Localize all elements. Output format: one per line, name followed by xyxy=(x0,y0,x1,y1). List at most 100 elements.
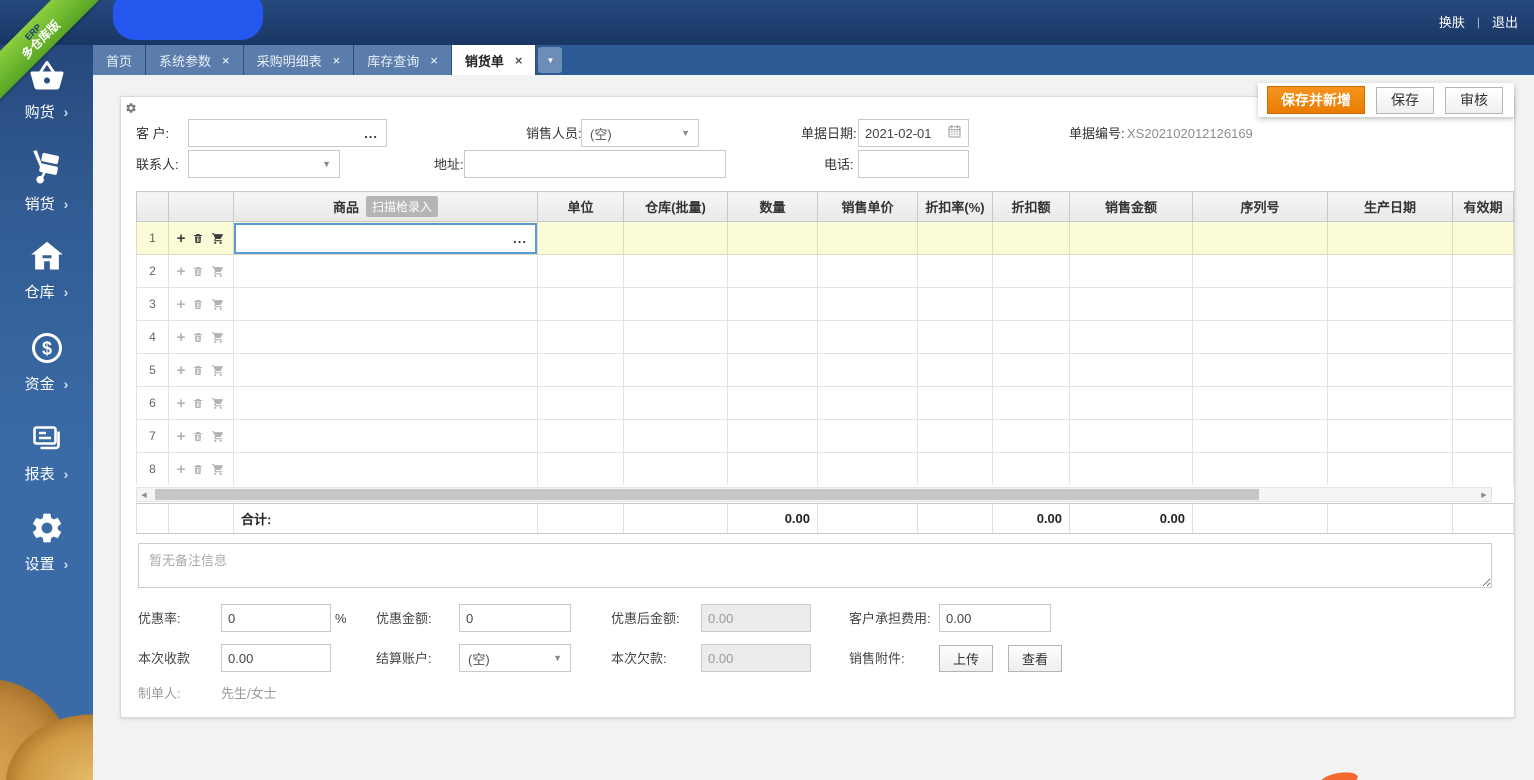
salesperson-select[interactable]: (空) ▼ xyxy=(581,119,699,147)
price-cell[interactable] xyxy=(818,354,918,387)
add-row-icon[interactable]: + xyxy=(177,297,186,312)
delete-row-icon[interactable] xyxy=(192,265,204,278)
expiry-cell[interactable] xyxy=(1453,321,1514,354)
price-cell[interactable] xyxy=(818,420,918,453)
cart-icon[interactable] xyxy=(211,265,225,278)
expiry-cell[interactable] xyxy=(1453,354,1514,387)
warehouse-cell[interactable] xyxy=(624,354,728,387)
cart-icon[interactable] xyxy=(211,232,225,245)
unit-cell[interactable] xyxy=(538,321,624,354)
qty-cell[interactable] xyxy=(728,387,818,420)
tab-sales-order[interactable]: 销货单× xyxy=(452,45,537,75)
warehouse-cell[interactable] xyxy=(624,222,728,255)
product-cell[interactable]: ... xyxy=(234,354,538,387)
delete-row-icon[interactable] xyxy=(192,430,204,443)
expiry-cell[interactable] xyxy=(1453,288,1514,321)
discount-amount-cell[interactable] xyxy=(993,420,1070,453)
received-input[interactable] xyxy=(222,645,330,671)
price-cell[interactable] xyxy=(818,321,918,354)
serial-cell[interactable] xyxy=(1193,222,1328,255)
production-date-cell[interactable] xyxy=(1328,255,1453,288)
cart-icon[interactable] xyxy=(211,463,225,476)
production-date-cell[interactable] xyxy=(1328,420,1453,453)
save-and-new-button[interactable]: 保存并新增 xyxy=(1267,86,1365,114)
product-cell[interactable]: ... xyxy=(234,288,538,321)
cart-icon[interactable] xyxy=(211,397,225,410)
warehouse-cell[interactable] xyxy=(624,255,728,288)
tab-list-dropdown[interactable]: ▼ xyxy=(538,47,562,73)
discount-rate-cell[interactable] xyxy=(918,255,993,288)
product-cell[interactable]: ... xyxy=(234,255,538,288)
product-cell[interactable]: ... xyxy=(234,453,538,486)
add-row-icon[interactable]: + xyxy=(177,462,186,477)
price-cell[interactable] xyxy=(818,255,918,288)
price-cell[interactable] xyxy=(818,453,918,486)
sidebar-item-warehouse[interactable]: 仓库› xyxy=(0,238,93,302)
qty-cell[interactable] xyxy=(728,255,818,288)
discount-rate-cell[interactable] xyxy=(918,420,993,453)
discount-amount-input[interactable] xyxy=(460,605,570,631)
discount-rate-cell[interactable] xyxy=(918,354,993,387)
serial-cell[interactable] xyxy=(1193,354,1328,387)
product-lookup-button[interactable]: ... xyxy=(505,231,535,246)
production-date-cell[interactable] xyxy=(1328,222,1453,255)
customer-input[interactable] xyxy=(189,120,356,146)
delete-row-icon[interactable] xyxy=(192,331,204,344)
discount-amount-cell[interactable] xyxy=(993,321,1070,354)
discount-amount-cell[interactable] xyxy=(993,222,1070,255)
sidebar-item-reports[interactable]: 报表› xyxy=(0,420,93,484)
qty-cell[interactable] xyxy=(728,420,818,453)
logout-link[interactable]: 退出 xyxy=(1492,12,1518,31)
expiry-cell[interactable] xyxy=(1453,255,1514,288)
contact-select[interactable]: ▼ xyxy=(188,150,340,178)
calendar-icon[interactable] xyxy=(947,124,962,142)
discount-rate-cell[interactable] xyxy=(918,321,993,354)
qty-cell[interactable] xyxy=(728,288,818,321)
production-date-cell[interactable] xyxy=(1328,453,1453,486)
production-date-cell[interactable] xyxy=(1328,354,1453,387)
production-date-cell[interactable] xyxy=(1328,387,1453,420)
delete-row-icon[interactable] xyxy=(192,463,204,476)
serial-cell[interactable] xyxy=(1193,321,1328,354)
unit-cell[interactable] xyxy=(538,420,624,453)
tab-system-params[interactable]: 系统参数× xyxy=(146,45,244,75)
expiry-cell[interactable] xyxy=(1453,387,1514,420)
tab-stock-query[interactable]: 库存查询× xyxy=(354,45,452,75)
discount-amount-cell[interactable] xyxy=(993,288,1070,321)
discount-rate-input[interactable] xyxy=(222,605,330,631)
audit-button[interactable]: 审核 xyxy=(1445,87,1503,114)
add-row-icon[interactable]: + xyxy=(177,363,186,378)
discount-rate-cell[interactable] xyxy=(918,387,993,420)
add-row-icon[interactable]: + xyxy=(177,429,186,444)
qty-cell[interactable] xyxy=(728,321,818,354)
tab-close-icon[interactable]: × xyxy=(333,54,341,67)
qty-cell[interactable] xyxy=(728,354,818,387)
warehouse-cell[interactable] xyxy=(624,420,728,453)
serial-cell[interactable] xyxy=(1193,420,1328,453)
unit-cell[interactable] xyxy=(538,255,624,288)
serial-cell[interactable] xyxy=(1193,387,1328,420)
price-cell[interactable] xyxy=(818,222,918,255)
tab-purchase-detail[interactable]: 采购明细表× xyxy=(244,45,355,75)
price-cell[interactable] xyxy=(818,288,918,321)
settle-account-select[interactable]: (空) ▼ xyxy=(459,644,571,672)
unit-cell[interactable] xyxy=(538,387,624,420)
sidebar-item-settings[interactable]: 设置› xyxy=(0,510,93,574)
barcode-scan-entry-button[interactable]: 扫描枪录入 xyxy=(366,196,438,217)
amount-cell[interactable] xyxy=(1070,420,1193,453)
upload-button[interactable]: 上传 xyxy=(939,645,993,672)
amount-cell[interactable] xyxy=(1070,321,1193,354)
delete-row-icon[interactable] xyxy=(192,364,204,377)
amount-cell[interactable] xyxy=(1070,387,1193,420)
add-row-icon[interactable]: + xyxy=(177,396,186,411)
discount-amount-cell[interactable] xyxy=(993,453,1070,486)
remark-textarea[interactable] xyxy=(138,543,1492,588)
horizontal-scrollbar[interactable]: ◀ ▶ xyxy=(136,487,1492,502)
unit-cell[interactable] xyxy=(538,453,624,486)
discount-amount-cell[interactable] xyxy=(993,387,1070,420)
discount-amount-cell[interactable] xyxy=(993,255,1070,288)
unit-cell[interactable] xyxy=(538,288,624,321)
product-cell[interactable]: ... xyxy=(234,387,538,420)
customer-lookup-button[interactable]: ... xyxy=(356,126,386,141)
discount-amount-cell[interactable] xyxy=(993,354,1070,387)
